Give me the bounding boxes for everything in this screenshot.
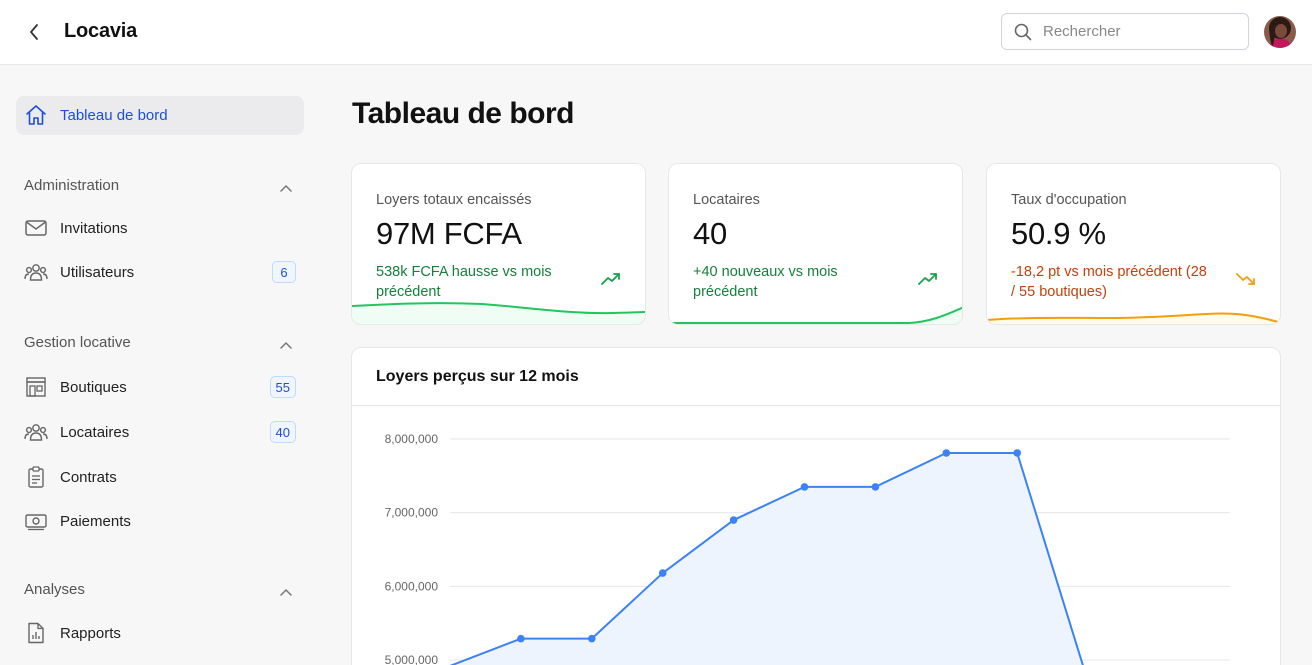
trending-down-icon [1236,272,1256,291]
home-icon [25,104,47,131]
stat-card-locataires: Locataires 40 +40 nouveaux vs mois précé… [668,163,963,325]
sidebar-item-label: Paiements [60,512,131,530]
data-point[interactable] [1013,449,1021,457]
trending-up-icon [918,272,938,291]
data-point[interactable] [942,449,951,457]
area-fill [452,452,1083,665]
count-badge: 55 [269,376,296,398]
section-title: Analyses [24,580,85,598]
sidebar-item-contrats[interactable]: Contrats [16,459,304,495]
section-title: Administration [24,176,120,194]
card-label: Taux d'occupation [1011,192,1127,208]
count-badge: 6 [272,261,296,283]
card-label: Loyers totaux encaissés [376,192,532,208]
chevron-left-icon [30,24,38,40]
chevron-up-icon [280,179,292,197]
card-value: 40 [693,216,727,251]
mail-icon [24,217,48,239]
data-point[interactable] [729,516,738,524]
store-icon [24,376,48,398]
sidebar-item-label: Contrats [60,468,117,486]
card-value: 50.9 % [1011,216,1106,251]
y-tick-label: 7,000,000 [385,506,439,520]
data-point[interactable] [517,634,525,643]
section-administration[interactable]: Administration [24,174,296,196]
sidebar-item-dashboard[interactable]: Tableau de bord [16,96,304,135]
trending-up-icon [601,272,621,291]
section-analyses[interactable]: Analyses [24,578,296,600]
revenue-chart-card: Loyers perçus sur 12 mois 5,000,000 6,000… [351,347,1281,665]
search-box[interactable] [1001,13,1249,50]
sidebar-item-paiements[interactable]: Paiements [16,503,304,539]
data-point[interactable] [800,483,809,491]
data-point[interactable] [588,634,596,643]
banknote-icon [24,510,48,532]
sidebar-item-label: Utilisateurs [60,263,135,281]
y-tick-label: 6,000,000 [385,579,439,593]
section-title: Gestion locative [24,333,131,351]
sidebar-item-label: Rapports [60,624,121,642]
sidebar-item-utilisateurs[interactable]: Utilisateurs 6 [16,254,304,290]
stat-card-loyers: Loyers totaux encaissés 97M FCFA 538k FC… [351,163,646,325]
sidebar-item-rapports[interactable]: Rapports [16,615,304,651]
sidebar-item-label: Tableau de bord [60,107,168,124]
report-icon [24,622,48,644]
clipboard-icon [24,466,48,488]
area-chart: 5,000,000 6,000,000 7,000,000 8,000,000 [385,432,1230,665]
users-icon [24,261,48,283]
stat-card-occupation: Taux d'occupation 50.9 % -18,2 pt vs moi… [986,163,1281,325]
top-bar: Locavia [0,0,1312,65]
card-label: Locataires [693,192,760,208]
card-value: 97M FCFA [376,216,522,251]
search-input[interactable] [1043,23,1233,40]
data-point[interactable] [871,483,880,491]
sparkline [352,302,645,324]
sidebar-item-label: Boutiques [60,378,127,396]
sparkline [669,306,962,324]
chevron-up-icon [280,336,292,354]
sidebar-item-label: Invitations [60,219,128,237]
sidebar-item-label: Locataires [60,423,130,441]
section-gestion-locative[interactable]: Gestion locative [24,331,296,353]
page-title: Tableau de bord [352,97,574,130]
sidebar-item-boutiques[interactable]: Boutiques 55 [16,369,304,405]
data-point[interactable] [658,569,667,577]
chevron-up-icon [280,583,292,601]
sidebar: Tableau de bord Administration Invitatio… [0,65,320,665]
search-icon [1014,22,1034,42]
avatar[interactable] [1264,16,1296,48]
sidebar-item-invitations[interactable]: Invitations [16,210,304,246]
users-icon [24,421,48,443]
back-button[interactable] [22,20,46,44]
y-tick-label: 8,000,000 [385,432,439,446]
count-badge: 40 [269,421,296,443]
sidebar-item-locataires[interactable]: Locataires 40 [16,414,304,450]
app-title: Locavia [64,20,138,42]
y-tick-label: 5,000,000 [385,653,439,665]
sparkline [987,312,1280,324]
